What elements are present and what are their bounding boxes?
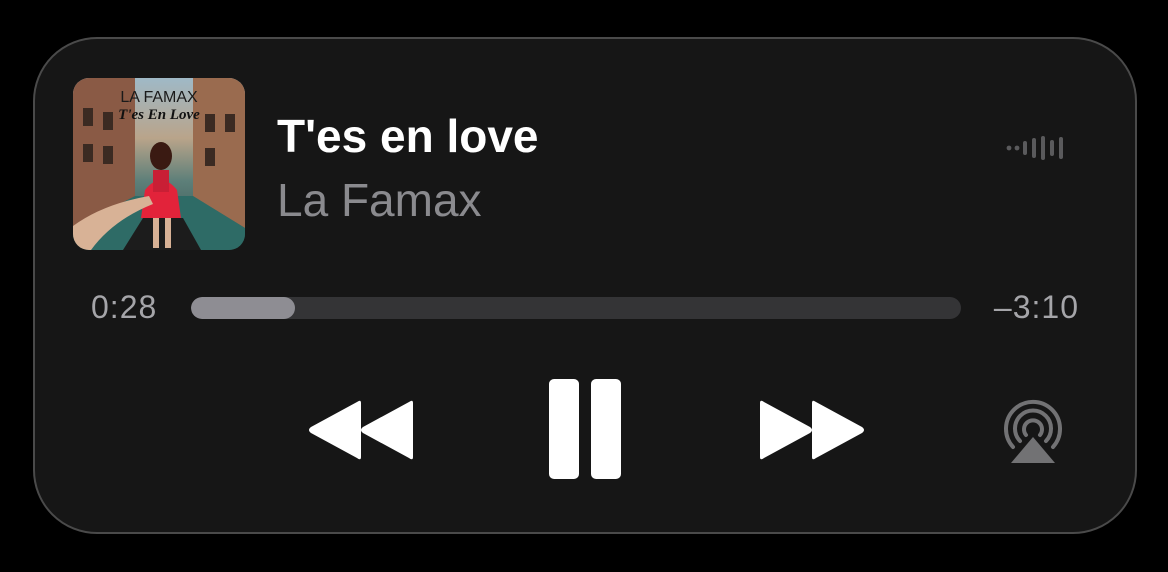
fast-forward-icon[interactable]	[758, 399, 866, 461]
track-artist[interactable]: La Famax	[277, 173, 482, 227]
progress-fill	[191, 297, 295, 319]
track-title: T'es en love	[277, 110, 539, 162]
airplay-icon[interactable]	[999, 397, 1067, 465]
remaining-time: –3:10	[993, 289, 1079, 325]
album-art-artist-text: LA FAMAX	[120, 89, 198, 106]
progress-bar[interactable]	[191, 297, 961, 319]
elapsed-time: 0:28	[91, 289, 158, 325]
rewind-icon[interactable]	[307, 399, 415, 461]
now-playing-widget: LA FAMAX T'es En Love T'es en love La Fa…	[33, 37, 1137, 534]
album-art-image: LA FAMAX T'es En Love	[73, 78, 245, 250]
album-art[interactable]: LA FAMAX T'es En Love	[73, 78, 245, 250]
pause-icon[interactable]	[547, 379, 623, 479]
album-art-title-text: T'es En Love	[118, 107, 200, 123]
audio-waveform-icon	[1006, 136, 1063, 160]
